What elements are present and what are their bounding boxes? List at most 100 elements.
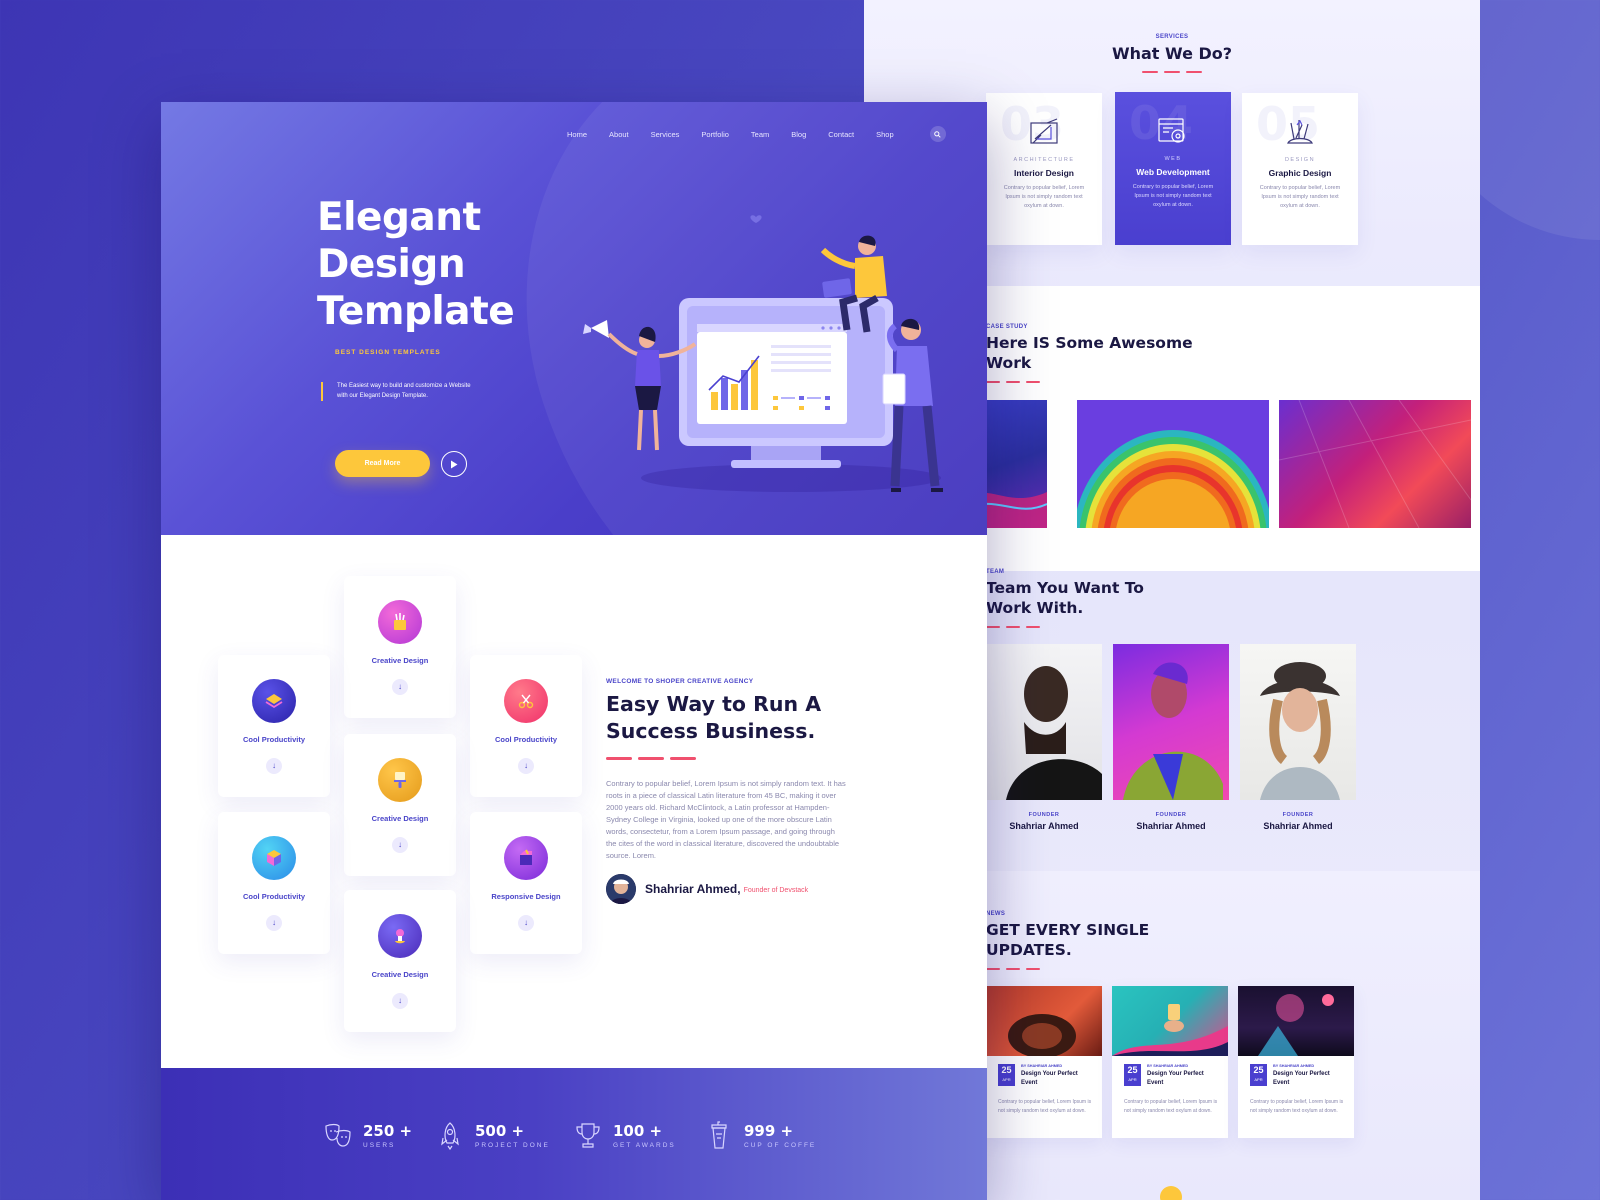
ruler-pencil-icon <box>1027 115 1061 149</box>
about-title-line2: Success Business. <box>606 719 816 743</box>
feature-card[interactable]: Cool Productivity ↓ <box>218 655 330 797</box>
news-text: Contrary to popular belief, Lorem Ipsum … <box>1124 1099 1218 1114</box>
service-category: WEB <box>1164 156 1182 162</box>
play-video-button[interactable] <box>441 451 467 477</box>
layers-icon <box>252 679 296 723</box>
news-card[interactable]: 25 APR BY SHAHRIAR AHMED Design Your Perf… <box>1238 986 1354 1138</box>
arrow-down-icon[interactable]: ↓ <box>266 915 282 931</box>
team-member-card[interactable]: FOUNDER Shahriar Ahmed <box>986 644 1102 831</box>
news-title: GET EVERY SINGLE UPDATES. <box>986 920 1149 960</box>
team-eyebrow: TEAM <box>986 569 1005 575</box>
title-dash-divider <box>986 968 1149 970</box>
news-title[interactable]: Design Your Perfect Event <box>1273 1070 1343 1088</box>
team-member-name: Shahriar Ahmed <box>1136 821 1206 831</box>
service-text: Contrary to popular belief, Lorem Ipsum … <box>1259 185 1341 209</box>
news-date-badge: 25 APR <box>998 1064 1015 1086</box>
portfolio-image-3[interactable] <box>1278 399 1472 529</box>
news-image <box>1238 986 1354 1056</box>
hero-title-line2: Design <box>317 242 466 287</box>
feature-card[interactable]: Creative Design ↓ <box>344 890 456 1032</box>
news-card[interactable]: 25 APR BY SHAHRIAR AHMED Design Your Perf… <box>1112 986 1228 1138</box>
service-card-web[interactable]: 04 WEB Web Development Contrary to popul… <box>1115 92 1231 245</box>
paint-brush-icon <box>378 758 422 802</box>
arrow-down-icon[interactable]: ↓ <box>392 679 408 695</box>
nav-item-about[interactable]: About <box>609 130 629 139</box>
stat-awards: 100 + GET AWARDS <box>573 1120 676 1150</box>
arrow-down-icon[interactable]: ↓ <box>266 758 282 774</box>
arrow-down-icon[interactable]: ↓ <box>518 758 534 774</box>
nav-item-shop[interactable]: Shop <box>876 130 894 139</box>
news-date-badge: 25 APR <box>1124 1064 1141 1086</box>
feature-card[interactable]: Creative Design ↓ <box>344 576 456 718</box>
feature-label: Creative Design <box>371 970 429 979</box>
about-eyebrow: WELCOME TO SHOPER CREATIVE AGENCY <box>606 678 754 685</box>
feature-label: Responsive Design <box>491 892 561 901</box>
arrow-down-icon[interactable]: ↓ <box>392 993 408 1009</box>
team-member-card[interactable]: FOUNDER Shahriar Ahmed <box>1113 644 1229 831</box>
read-more-button[interactable]: Read More <box>335 450 430 477</box>
lightbulb-icon <box>378 914 422 958</box>
about-text: Contrary to popular belief, Lorem Ipsum … <box>606 778 846 860</box>
team-member-photo <box>1240 644 1356 800</box>
author-name: Shahriar Ahmed, <box>645 881 741 896</box>
feature-card[interactable]: Creative Design ↓ <box>344 734 456 876</box>
search-icon <box>934 130 941 138</box>
feature-card[interactable]: Cool Productivity ↓ <box>218 812 330 954</box>
search-button[interactable] <box>929 126 946 142</box>
nav-item-team[interactable]: Team <box>751 130 769 139</box>
feature-card[interactable]: Cool Productivity ↓ <box>470 655 582 797</box>
hero-title: Elegant Design Template <box>317 194 515 335</box>
stat-projects: 500 + PROJECT DONE <box>435 1120 550 1150</box>
team-title-line1: Team You Want To <box>986 579 1144 597</box>
team-header: TEAM Team You Want To Work With. <box>986 569 1144 628</box>
services-eyebrow: SERVICES <box>1155 34 1189 40</box>
news-author: BY SHAHRIAR AHMED <box>1021 1064 1063 1068</box>
hero-eyebrow: BEST DESIGN TEMPLATES <box>335 349 441 356</box>
work-title-line1: Here IS Some Awesome <box>986 334 1193 352</box>
arrow-down-icon[interactable]: ↓ <box>518 915 534 931</box>
service-category: DESIGN <box>1284 157 1316 163</box>
team-member-role: FOUNDER <box>1282 812 1314 818</box>
news-image <box>986 986 1102 1056</box>
hero-illustration <box>583 215 943 492</box>
nav-item-contact[interactable]: Contact <box>828 130 854 139</box>
main-navigation: Home About Services Portfolio Team Blog … <box>567 126 946 142</box>
masks-icon <box>325 1123 351 1147</box>
arrow-down-icon[interactable]: ↓ <box>392 837 408 853</box>
team-member-role: FOUNDER <box>1155 812 1187 818</box>
news-title-line1: GET EVERY SINGLE <box>986 921 1150 939</box>
news-month: APR <box>1254 1077 1263 1082</box>
team-member-card[interactable]: FOUNDER Shahriar Ahmed <box>1240 644 1356 831</box>
service-card-interior[interactable]: 03 ARCHITECTURE Interior Design Contrary… <box>986 93 1102 245</box>
nav-item-blog[interactable]: Blog <box>791 130 806 139</box>
pencil-cup-icon <box>378 600 422 644</box>
services-header: SERVICES What We Do? <box>864 34 1480 73</box>
news-card[interactable]: 25 APR BY SHAHRIAR AHMED Design Your Perf… <box>986 986 1102 1138</box>
title-dash-divider <box>606 757 846 760</box>
browser-gear-icon <box>1156 114 1190 148</box>
team-title: Team You Want To Work With. <box>986 578 1144 618</box>
news-text: Contrary to popular belief, Lorem Ipsum … <box>998 1099 1092 1114</box>
nav-item-services[interactable]: Services <box>651 130 680 139</box>
team-title-line2: Work With. <box>986 599 1084 617</box>
stat-label: GET AWARDS <box>613 1141 676 1149</box>
hero-section: Home About Services Portfolio Team Blog … <box>161 102 987 535</box>
service-text: Contrary to popular belief, Lorem Ipsum … <box>1132 184 1214 208</box>
news-title[interactable]: Design Your Perfect Event <box>1147 1070 1217 1088</box>
news-title-line2: UPDATES. <box>986 941 1072 959</box>
brushes-icon <box>1283 115 1317 149</box>
service-card-graphic[interactable]: 05 DESIGN Graphic Design Contrary to pop… <box>1242 93 1358 245</box>
news-image <box>1112 986 1228 1056</box>
news-month: APR <box>1128 1077 1137 1082</box>
play-icon <box>451 460 458 468</box>
nav-item-home[interactable]: Home <box>567 130 587 139</box>
nav-item-portfolio[interactable]: Portfolio <box>701 130 729 139</box>
work-title: Here IS Some Awesome Work <box>986 333 1193 373</box>
stat-coffee: 999 + CUP OF COFFE <box>704 1120 816 1150</box>
feature-label: Cool Productivity <box>242 892 306 901</box>
feature-card[interactable]: Responsive Design ↓ <box>470 812 582 954</box>
news-title[interactable]: Design Your Perfect Event <box>1021 1070 1091 1088</box>
feature-label: Cool Productivity <box>242 735 306 744</box>
portfolio-image-2[interactable] <box>1077 400 1269 528</box>
title-dash-divider <box>986 626 1144 628</box>
